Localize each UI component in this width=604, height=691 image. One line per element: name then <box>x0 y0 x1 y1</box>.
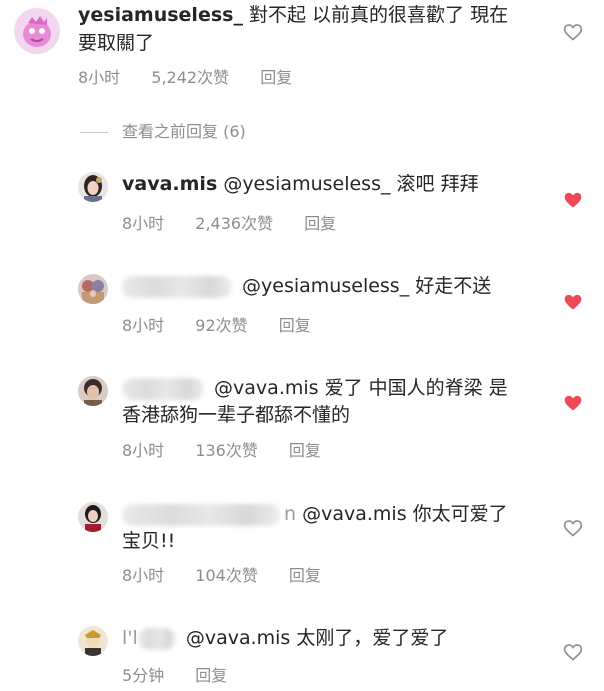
comment-body-line1: 太刚了，爱了爱了 <box>296 627 449 649</box>
view-previous-replies[interactable]: 查看之前回复 (6) <box>80 118 246 142</box>
mention-link[interactable]: @vava.mis <box>214 377 319 399</box>
comment-meta: 8小时 92次赞 回复 <box>122 312 337 336</box>
mention-link[interactable]: @yesiamuseless_ <box>223 173 390 195</box>
view-previous-replies-label[interactable]: 查看之前回复 (6) <box>122 122 246 141</box>
username-fragment: l'l <box>122 627 138 649</box>
comment-text: yesiamuseless_ 對不起 以前真的很喜歡了 現在 <box>78 2 508 29</box>
comment-meta: 8小时 2,436次赞 回复 <box>122 210 362 234</box>
comment-body-line1: 爱了 中国人的脊梁 是 <box>324 377 508 399</box>
heart-filled-icon[interactable] <box>563 292 583 312</box>
comment-username[interactable]: vava.mis <box>122 173 217 195</box>
comment-body-line2: 要取關了 <box>78 32 155 54</box>
comment-body-line2: 香港舔狗一辈子都舔不懂的 <box>122 404 351 426</box>
blurred-username <box>122 377 204 400</box>
comment-body-line1: 你太可爱了 <box>412 503 508 525</box>
avatar[interactable] <box>14 8 60 54</box>
blurred-username <box>137 627 176 650</box>
comment-likes[interactable]: 2,436次赞 <box>195 214 273 233</box>
divider-line <box>80 132 108 133</box>
reply-button[interactable]: 回复 <box>195 666 227 685</box>
mention-link[interactable]: @vava.mis <box>186 627 291 649</box>
avatar[interactable] <box>78 626 108 656</box>
comment-likes[interactable]: 136次赞 <box>195 441 258 460</box>
comment-meta: 5分钟 回复 <box>122 662 253 686</box>
heart-filled-icon[interactable] <box>563 393 583 413</box>
reply-button[interactable]: 回复 <box>260 68 292 87</box>
comment-likes[interactable]: 5,242次赞 <box>151 68 229 87</box>
avatar[interactable] <box>78 172 108 202</box>
comment-text: n @vava.mis 你太可爱了 <box>122 501 508 528</box>
avatar[interactable] <box>78 274 108 304</box>
comment-time: 8小时 <box>122 566 165 585</box>
heart-filled-icon[interactable] <box>563 190 583 210</box>
comment-time: 8小时 <box>122 214 165 233</box>
comment-meta: 8小时 136次赞 回复 <box>122 437 347 461</box>
reply-button[interactable]: 回复 <box>304 214 336 233</box>
reply-button[interactable]: 回复 <box>289 566 321 585</box>
comment-body-line2: 宝贝!! <box>122 530 176 552</box>
reply-button[interactable]: 回复 <box>279 316 311 335</box>
comment-text: vava.mis @yesiamuseless_ 滚吧 拜拜 <box>122 171 479 198</box>
comment-meta: 8小时 5,242次赞 回复 <box>78 64 318 88</box>
comment-body-line1: 對不起 以前真的很喜歡了 現在 <box>249 4 509 26</box>
reply-button[interactable]: 回复 <box>289 441 321 460</box>
avatar[interactable] <box>78 376 108 406</box>
comment-time: 8小时 <box>122 316 165 335</box>
username-fragment: n <box>284 503 297 525</box>
comment-meta: 8小时 104次赞 回复 <box>122 562 347 586</box>
comment-body-line1: 滚吧 拜拜 <box>396 173 479 195</box>
comment-time: 8小时 <box>122 441 165 460</box>
comment-likes[interactable]: 104次赞 <box>195 566 258 585</box>
mention-link[interactable]: @yesiamuseless_ <box>242 275 409 297</box>
comment-body-line1: 好走不送 <box>415 275 492 297</box>
comment-text: @vava.mis 爱了 中国人的脊梁 是 <box>122 375 508 402</box>
comment-time: 5分钟 <box>122 666 165 685</box>
blurred-username <box>122 503 280 526</box>
comment-likes[interactable]: 92次赞 <box>195 316 247 335</box>
heart-outline-icon[interactable] <box>563 518 583 538</box>
comment-text: l'l @vava.mis 太刚了，爱了爱了 <box>122 625 448 652</box>
comment-text: @yesiamuseless_ 好走不送 <box>122 273 491 300</box>
comment-time: 8小时 <box>78 68 121 87</box>
mention-link[interactable]: @vava.mis <box>302 503 407 525</box>
blurred-username <box>122 275 232 298</box>
heart-outline-icon[interactable] <box>563 22 583 42</box>
comment-username[interactable]: yesiamuseless_ <box>78 4 243 26</box>
heart-outline-icon[interactable] <box>563 642 583 662</box>
avatar[interactable] <box>78 502 108 532</box>
